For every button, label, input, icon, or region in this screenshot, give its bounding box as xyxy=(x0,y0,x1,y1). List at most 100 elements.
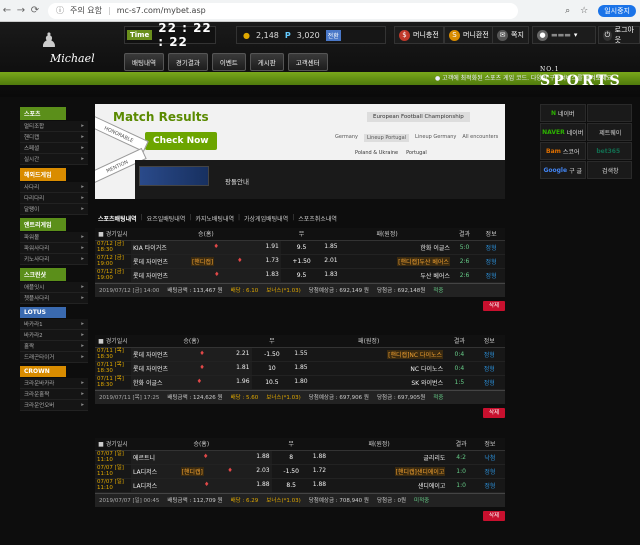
reload-icon[interactable]: ⟳ xyxy=(28,5,42,16)
home-pick[interactable]: KIA 타이거즈 ♦ 1.91 xyxy=(131,240,281,255)
championship-dropdown[interactable]: European Football Championship xyxy=(367,112,470,122)
quick-link[interactable]: 검색창 xyxy=(586,161,632,179)
message-button[interactable]: ✉ 쪽지 xyxy=(492,26,529,44)
sidebar-item[interactable]: 핸디캡 ▸ xyxy=(20,132,88,143)
home-pick[interactable]: 한화 이글스 ♦ 1.96 xyxy=(131,375,252,390)
menu-bet-history[interactable]: 배팅내역 xyxy=(124,53,164,71)
away-pick[interactable]: 1.72 [핸디캡]샌디에이고 xyxy=(310,464,448,479)
away-pick[interactable]: 1.85 NC 다이노스 xyxy=(292,361,446,376)
sidebar-item[interactable]: 크라운바카라 ▸ xyxy=(20,378,88,389)
column-header: 패(원정) xyxy=(292,335,446,348)
search-icon[interactable]: ⌕ xyxy=(565,6,570,16)
sidebar-item[interactable]: 멀티조합 ▸ xyxy=(20,121,88,132)
pause-badge[interactable]: 일시중지 xyxy=(598,4,636,17)
home-pick[interactable]: 롯데 자이언츠 ♦ 2.21 xyxy=(131,347,252,362)
draw-value[interactable]: -1.50 xyxy=(251,347,293,362)
draw-value[interactable]: 9.5 xyxy=(280,268,323,283)
user-dropdown[interactable]: ● ▬▬▬ ▾ xyxy=(532,26,596,44)
away-pick[interactable]: 2.01 [핸디캡]두산 베어스 xyxy=(322,254,452,269)
tab-sports[interactable]: 스포츠배팅내역 xyxy=(98,214,137,223)
sidebar-item[interactable]: 애플잇시 ▸ xyxy=(20,282,88,293)
home-pick[interactable]: 롯데 자이언츠 ♦ 1.83 xyxy=(131,268,281,283)
delete-button[interactable]: 삭제 xyxy=(483,407,505,418)
delete-button[interactable]: 삭제 xyxy=(483,300,505,311)
sidebar-item[interactable]: 실시간 ▸ xyxy=(20,154,88,165)
delete-button[interactable]: 삭제 xyxy=(483,510,505,521)
checkbox-icon[interactable]: ■ xyxy=(98,231,106,238)
logout-button[interactable]: ⏻ 로그아웃 xyxy=(598,26,640,44)
away-pick[interactable]: 1.88 샌디에이고 xyxy=(310,478,448,493)
draw-value[interactable]: 8 xyxy=(271,450,311,465)
star-icon[interactable]: ☆ xyxy=(580,6,588,16)
menu-support[interactable]: 고객센터 xyxy=(287,53,328,71)
draw-value[interactable]: +1.50 xyxy=(280,254,323,269)
draw-value[interactable]: 10.5 xyxy=(251,375,293,390)
draw-value[interactable]: -1.50 xyxy=(271,464,311,479)
sidebar-item[interactable]: 크라운언오버 ▸ xyxy=(20,400,88,411)
sidebar-item[interactable]: 달팽이 ▸ xyxy=(20,204,88,215)
checkbox-icon[interactable]: ■ xyxy=(98,441,106,448)
exchange-button[interactable]: S 머니환전 xyxy=(444,26,494,44)
sidebar-item[interactable]: 다리다리 ▸ xyxy=(20,193,88,204)
chevron-right-icon: ▸ xyxy=(81,380,84,386)
quick-link[interactable]: Bam 스코어 xyxy=(540,142,586,160)
quick-link[interactable]: NAVER 네이버 xyxy=(540,123,586,141)
draw-value[interactable]: 9.5 xyxy=(280,240,323,255)
golfer-icon: ♟ xyxy=(40,28,58,52)
home-pick[interactable]: 롯데 자이언츠 [핸디캡] ♦ 1.73 xyxy=(131,254,281,269)
sidebar-item[interactable]: 홀짝 ▸ xyxy=(20,341,88,352)
quick-link[interactable] xyxy=(586,104,632,122)
sidebar-item[interactable]: 쳇플사다리 ▸ xyxy=(20,293,88,304)
sidebar-item[interactable]: 바카라1 ▸ xyxy=(20,319,88,330)
quick-link[interactable]: bet365 xyxy=(586,142,632,160)
sidebar-item[interactable]: 스페셜 ▸ xyxy=(20,143,88,154)
tab-virtual[interactable]: 가상게임배팅내역 xyxy=(244,214,288,223)
home-pick[interactable]: LA디저스 [핸디캡] ♦ 2.03 xyxy=(131,464,272,479)
quick-link[interactable]: Google 구 글 xyxy=(540,161,586,179)
column-header: 결과 xyxy=(447,438,475,451)
home-pick[interactable]: LA디저스 ♦ 1.88 xyxy=(131,478,272,493)
back-icon[interactable]: ← xyxy=(0,5,14,16)
forward-icon[interactable]: → xyxy=(14,5,28,16)
away-odds: 1.85 xyxy=(324,242,338,250)
checkbox-icon[interactable]: ■ xyxy=(98,338,106,345)
handicap-tag: [핸디캡] xyxy=(190,256,215,266)
sidebar-item[interactable]: 키노사다리 ▸ xyxy=(20,254,88,265)
charge-button[interactable]: $ 머니충전 xyxy=(394,26,444,44)
tab-cancel[interactable]: 스포츠취소내역 xyxy=(298,214,337,223)
away-pick[interactable]: 1.85 한화 이글스 xyxy=(322,240,452,255)
match-result: 2:6 xyxy=(451,254,478,269)
clock: Time 22 : 22 : 22 xyxy=(124,21,216,49)
quick-link-label: 제트웨이 xyxy=(599,129,622,137)
site-logo[interactable]: ♟ Michael xyxy=(32,28,102,68)
address-bar[interactable]: ⓘ 주의 요함 | mc-s7.com/mybet.asp xyxy=(48,2,518,19)
promo-banner[interactable]: Match Results European Football Champion… xyxy=(95,104,505,199)
away-pick[interactable]: 1.55 [핸디캡]NC 다이노스 xyxy=(292,347,446,362)
sidebar-item[interactable]: 크라운홀짝 ▸ xyxy=(20,389,88,400)
convert-button[interactable]: 전환 xyxy=(325,29,341,41)
chevron-right-icon: ▸ xyxy=(81,234,84,240)
quick-link[interactable]: N 네이버 xyxy=(540,104,586,122)
away-pick[interactable]: 1.83 두산 베어스 xyxy=(322,268,452,283)
draw-value[interactable]: 10 xyxy=(251,361,293,376)
sidebar-item[interactable]: 바카라2 ▸ xyxy=(20,330,88,341)
home-pick[interactable]: 에르트니 ♦ 1.88 xyxy=(131,450,272,465)
away-pick[interactable]: 1.80 SK 와이번스 xyxy=(292,375,446,390)
sidebar-item[interactable]: 사다리 ▸ xyxy=(20,182,88,193)
sidebar-item[interactable]: 드래곤타이거 ▸ xyxy=(20,352,88,363)
tab-today[interactable]: 요즈일배팅내역 xyxy=(147,214,186,223)
table-row: 07/11 [목] 18:30 한화 이글스 ♦ 1.96 10.5 1.80 SK 와이번… xyxy=(95,375,505,390)
draw-value[interactable]: 8.5 xyxy=(271,478,311,493)
sidebar-item[interactable]: 파워사다리 ▸ xyxy=(20,243,88,254)
header-label: 결과 xyxy=(458,231,471,239)
check-now-button[interactable]: Check Now xyxy=(145,132,217,150)
menu-results[interactable]: 경기결과 xyxy=(167,53,208,71)
quick-link[interactable]: 제트웨이 xyxy=(586,123,632,141)
menu-board[interactable]: 게시판 xyxy=(249,53,284,71)
menu-events[interactable]: 이벤트 xyxy=(211,53,246,71)
tab-casino[interactable]: 카지노배팅내역 xyxy=(195,214,234,223)
away-pick[interactable]: 1.88 글리리도 xyxy=(310,450,448,465)
table-row: 07/07 [일] 11:10 에르트니 ♦ 1.88 8 1.88 글리리도 4:2 낙첨 xyxy=(95,450,505,465)
sidebar-item[interactable]: 파워볼 ▸ xyxy=(20,232,88,243)
home-pick[interactable]: 롯데 자이언츠 ♦ 1.81 xyxy=(131,361,252,376)
